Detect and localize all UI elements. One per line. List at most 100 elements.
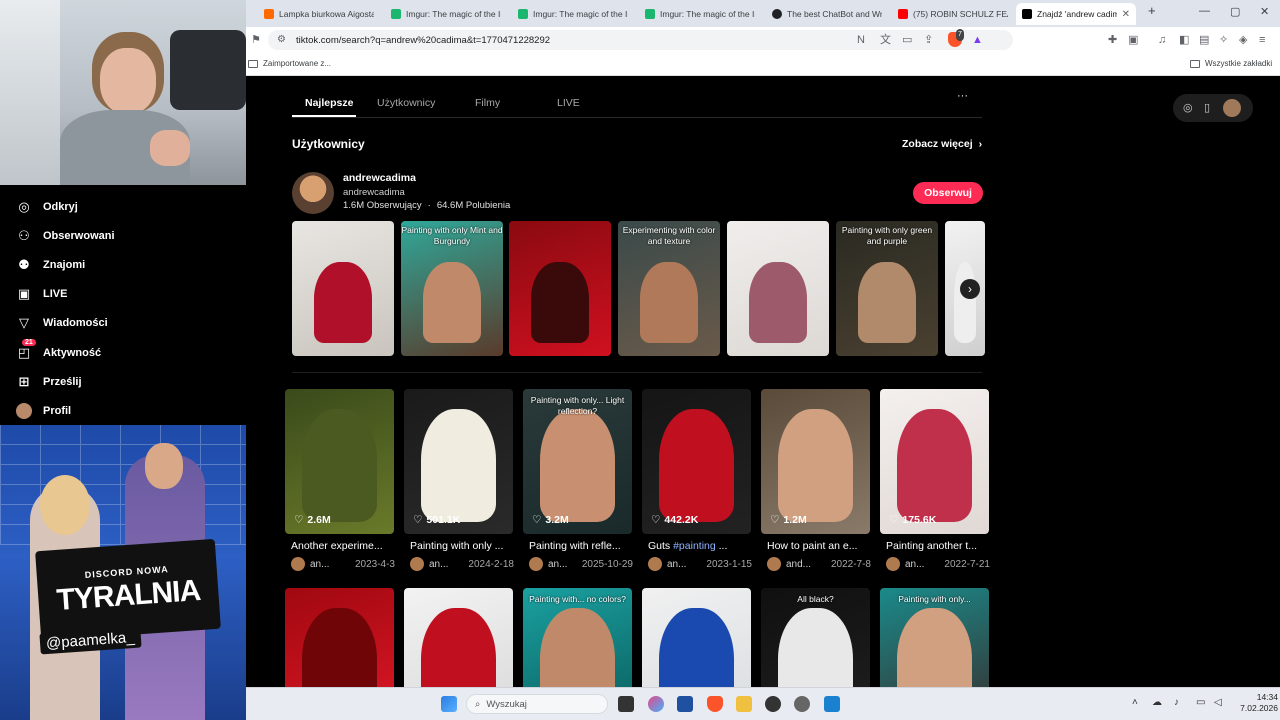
sidebar-item-przeslij[interactable]: ⊞ Prześlij <box>16 374 82 390</box>
chevron-up-icon[interactable]: ˄ <box>1132 697 1138 708</box>
leo-ai-icon[interactable]: ✧ <box>1219 34 1228 46</box>
video-thumbnail[interactable] <box>404 588 513 687</box>
avatar[interactable] <box>291 557 305 571</box>
file-explorer-icon[interactable] <box>736 696 752 712</box>
video-caption[interactable]: How to paint an e... <box>767 540 871 552</box>
browser-tab[interactable]: (75) ROBIN SCHULZ FEAT <box>892 3 1014 25</box>
browser-tab-active[interactable]: Znajdź 'andrew cadim ✕ <box>1016 3 1136 25</box>
share-icon[interactable]: ⇪ <box>924 34 933 46</box>
explore-icon[interactable]: ◎ <box>1183 101 1193 114</box>
user-reel-thumbnail[interactable]: Painting with only green and purple <box>836 221 938 356</box>
more-options-icon[interactable]: ··· <box>957 90 968 102</box>
browser-tab[interactable]: The best ChatBot and Wri <box>766 3 888 25</box>
user-reel-thumbnail[interactable] <box>727 221 829 356</box>
avatar[interactable] <box>767 557 781 571</box>
start-icon[interactable] <box>441 696 457 712</box>
microphone-icon[interactable]: ♪ <box>1174 697 1179 708</box>
network-icon[interactable]: ☁ <box>1152 697 1162 708</box>
video-thumbnail[interactable]: ♡ 442.2K <box>642 389 751 534</box>
store-icon[interactable] <box>677 696 693 712</box>
video-thumbnail[interactable]: Painting with only... Light reflection? ♡… <box>523 389 632 534</box>
browser-tab[interactable]: Imgur: The magic of the In <box>385 3 507 25</box>
video-author[interactable]: an... <box>905 559 924 570</box>
video-caption[interactable]: Painting with refle... <box>529 540 633 552</box>
device-icon[interactable]: ▯ <box>1204 101 1210 114</box>
tab-live[interactable]: LIVE <box>557 97 580 109</box>
video-caption[interactable]: Guts #painting ... <box>648 540 752 552</box>
avatar[interactable] <box>529 557 543 571</box>
brave-icon[interactable] <box>707 696 723 712</box>
video-thumbnail[interactable]: Painting with... no colors? <box>523 588 632 687</box>
sidebar-item-obserwowani[interactable]: ⚇ Obserwowani <box>16 228 114 244</box>
sidebar-item-odkryj[interactable]: ◎ Odkryj <box>16 199 78 215</box>
user-reel-thumbnail[interactable] <box>292 221 394 356</box>
video-author[interactable]: an... <box>548 559 567 570</box>
video-thumbnail[interactable]: Painting with only... <box>880 588 989 687</box>
user-reel-thumbnail[interactable]: Painting with only Mint and Burgundy <box>401 221 503 356</box>
video-thumbnail[interactable]: ♡ 501.1K <box>404 389 513 534</box>
sidebar-toggle-icon[interactable]: ◧ <box>1179 34 1189 46</box>
video-thumbnail[interactable]: ♡ 175.6K <box>880 389 989 534</box>
user-reel-thumbnail[interactable] <box>509 221 611 356</box>
video-thumbnail[interactable]: All black? <box>761 588 870 687</box>
sidebar-item-wiadomosci[interactable]: ▽ Wiadomości <box>16 315 108 331</box>
video-author[interactable]: an... <box>667 559 686 570</box>
sidebar-item-live[interactable]: ▣ LIVE <box>16 286 68 302</box>
user-name[interactable]: andrewcadima <box>343 172 416 184</box>
browser-tab[interactable]: Imgur: The magic of the In <box>639 3 761 25</box>
new-tab-button[interactable]: + <box>1148 3 1156 18</box>
close-window-icon[interactable]: ✕ <box>1260 5 1269 18</box>
video-thumbnail[interactable]: ♡ 1.2M <box>761 389 870 534</box>
settings-icon[interactable] <box>794 696 810 712</box>
paint-icon[interactable] <box>824 696 840 712</box>
video-thumbnail[interactable] <box>642 588 751 687</box>
follow-button[interactable]: Obserwuj <box>913 182 983 204</box>
bookmark-imported[interactable]: Zaimportowane z... <box>248 59 331 68</box>
see-more-link[interactable]: Zobacz więcej › <box>902 138 982 150</box>
video-author[interactable]: an... <box>429 559 448 570</box>
media-icon[interactable]: ♫ <box>1158 34 1166 46</box>
video-thumbnail[interactable]: ♡ 2.6M <box>285 389 394 534</box>
tab-filmy[interactable]: Filmy <box>475 97 500 109</box>
speaker-icon[interactable]: ◁ <box>1214 697 1222 708</box>
avatar[interactable] <box>1223 99 1241 117</box>
user-reel-thumbnail[interactable]: Experimenting with color and texture <box>618 221 720 356</box>
close-icon[interactable]: ✕ <box>1122 9 1130 20</box>
cast-icon[interactable]: ▭ <box>902 34 912 46</box>
screenshot-icon[interactable]: ▣ <box>1128 34 1138 46</box>
task-view-icon[interactable] <box>618 696 634 712</box>
video-thumbnail[interactable] <box>285 588 394 687</box>
display-icon[interactable]: ▭ <box>1196 697 1205 708</box>
avatar[interactable] <box>648 557 662 571</box>
clock[interactable]: 14:34 7.02.2026 <box>1228 692 1278 714</box>
site-info-icon[interactable]: ⚙ <box>277 34 286 45</box>
bookmark-page-icon[interactable]: ⚑ <box>251 34 261 46</box>
minimize-icon[interactable]: — <box>1199 5 1210 17</box>
vpn-icon[interactable]: ◈ <box>1239 34 1247 46</box>
obs-icon[interactable] <box>765 696 781 712</box>
video-author[interactable]: an... <box>310 559 329 570</box>
maximize-icon[interactable]: ▢ <box>1230 5 1240 18</box>
video-caption[interactable]: Another experime... <box>291 540 395 552</box>
chevron-right-icon[interactable]: › <box>960 279 980 299</box>
tab-najlepsze[interactable]: Najlepsze <box>305 97 353 109</box>
extensions-icon[interactable]: ✚ <box>1108 34 1117 46</box>
no-translate-icon[interactable]: N <box>857 34 865 46</box>
bookmark-all[interactable]: Wszystkie zakładki <box>1190 59 1272 68</box>
video-caption[interactable]: Painting another t... <box>886 540 990 552</box>
browser-tab[interactable]: Imgur: The magic of the In <box>512 3 634 25</box>
video-caption[interactable]: Painting with only ... <box>410 540 514 552</box>
menu-icon[interactable]: ≡ <box>1259 34 1265 46</box>
video-author[interactable]: and... <box>786 559 811 570</box>
avatar[interactable] <box>886 557 900 571</box>
taskbar-search[interactable]: ⌕ Wyszukaj <box>466 694 608 714</box>
user-avatar[interactable] <box>292 172 334 214</box>
wallet-icon[interactable]: ▤ <box>1199 34 1209 46</box>
brave-shields-icon[interactable]: 7 <box>948 29 964 47</box>
sidebar-item-znajomi[interactable]: ⚉ Znajomi <box>16 257 85 273</box>
avatar[interactable] <box>410 557 424 571</box>
sidebar-item-profil[interactable]: Profil <box>16 403 71 419</box>
sidebar-item-aktywnosc[interactable]: ◰ 21 Aktywność <box>16 339 101 361</box>
brave-rewards-icon[interactable]: ▲ <box>972 34 983 46</box>
caption-hashtag[interactable]: #painting <box>673 540 716 552</box>
